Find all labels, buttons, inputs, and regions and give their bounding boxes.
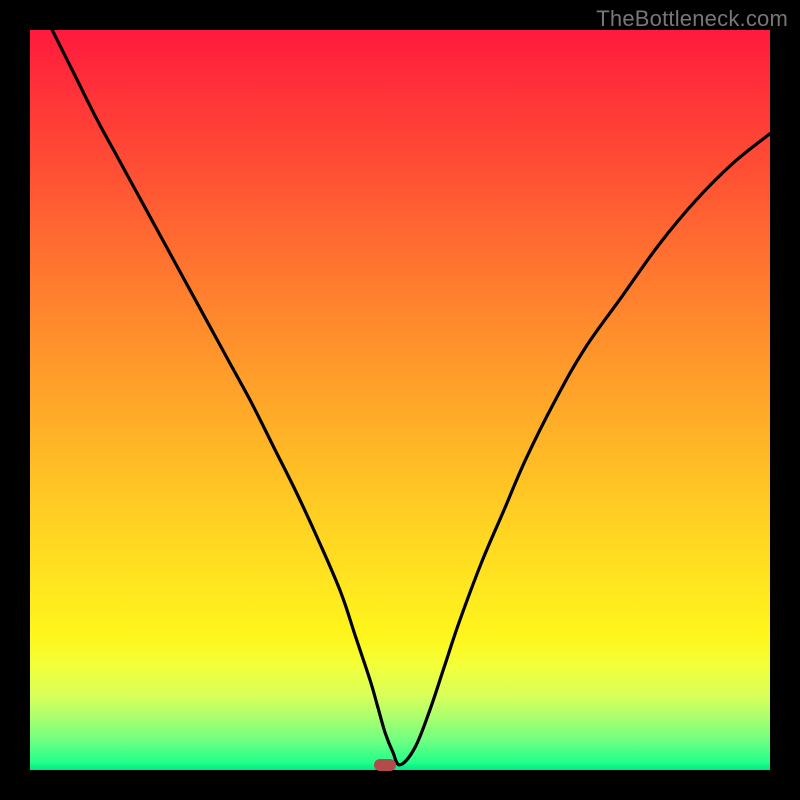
minimum-marker — [374, 759, 396, 771]
curve-layer — [30, 30, 770, 770]
watermark-label: TheBottleneck.com — [596, 6, 788, 32]
bottleneck-curve — [52, 30, 770, 765]
chart-frame: TheBottleneck.com — [0, 0, 800, 800]
plot-area — [30, 30, 770, 770]
